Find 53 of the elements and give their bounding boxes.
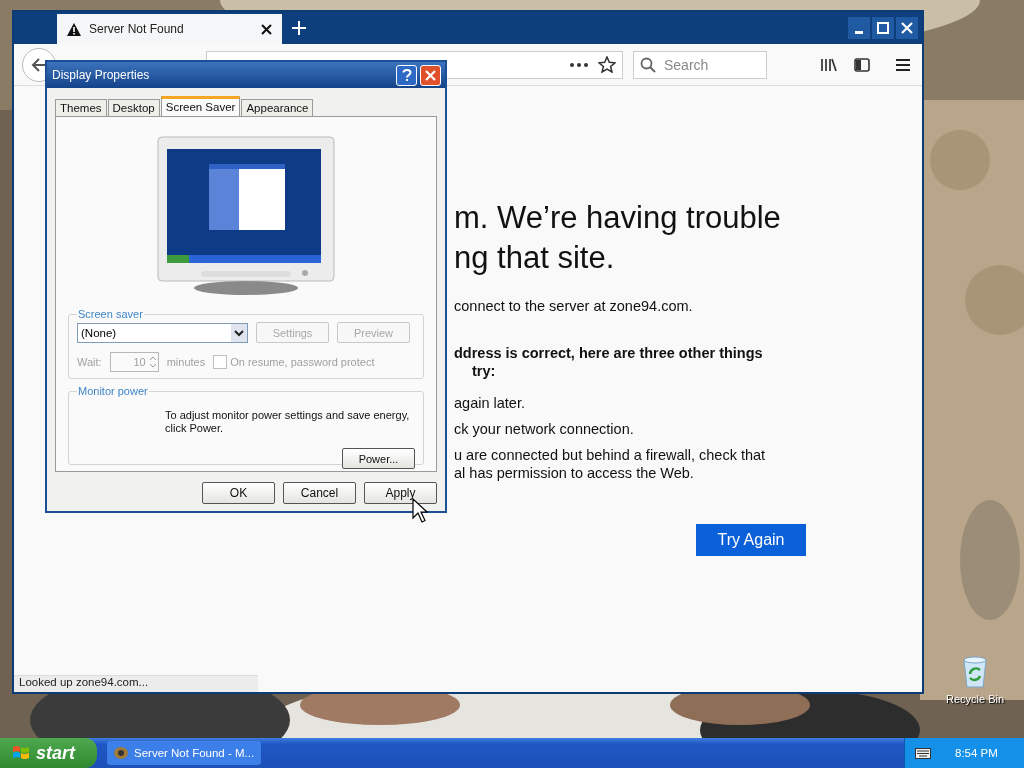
library-icon (820, 57, 838, 72)
close-button[interactable] (420, 64, 441, 86)
suggestion-text: again later. (454, 394, 526, 412)
star-icon (598, 56, 616, 73)
suggestion-text: u are connected but behind a firewall, check that al has permission to access the Web. (454, 446, 767, 482)
group-label: Monitor power (77, 385, 149, 397)
arrow-left-icon (31, 57, 47, 72)
power-button[interactable]: Power... (342, 448, 415, 469)
taskbar-button[interactable]: Server Not Found - M... (107, 741, 261, 765)
clock: 8:54 PM (955, 747, 998, 759)
error-heading: m. We’re having trouble (454, 199, 782, 237)
error-heading: ng that site. (454, 239, 616, 277)
try-again-button[interactable]: Try Again (696, 524, 806, 556)
status-bar: Looked up zone94.com... (14, 675, 258, 692)
dialog-button[interactable]: Apply (364, 482, 437, 504)
browser-icon (113, 746, 129, 760)
dialog-tab[interactable]: Desktop (107, 99, 160, 116)
maximize-icon (877, 22, 889, 34)
dialog-tab[interactable]: Screen Saver (160, 96, 241, 116)
checkbox-label: On resume, password protect (230, 356, 375, 368)
cursor-icon (412, 498, 428, 524)
more-icon (570, 62, 588, 67)
dialog-tab[interactable]: Themes (55, 99, 107, 116)
close-icon (901, 22, 913, 34)
close-icon (425, 69, 436, 81)
minutes-label: minutes (166, 356, 206, 368)
error-message: connect to the server at zone94.com. (454, 298, 694, 314)
question-icon (401, 68, 412, 82)
menu-icon (896, 58, 910, 71)
close-icon (261, 23, 272, 35)
dialog-button[interactable]: OK (202, 482, 275, 504)
dialog-title: Display Properties (52, 68, 151, 82)
wait-label: Wait: (77, 356, 102, 368)
help-button[interactable] (396, 64, 417, 86)
minimize-icon (855, 30, 863, 34)
dialog-tab[interactable]: Appearance (241, 99, 314, 116)
sidebar-icon (854, 57, 870, 72)
windows-flag-icon (12, 744, 30, 762)
suggestion-text: ck your network connection. (454, 420, 635, 438)
group-label: Screen saver (77, 308, 144, 320)
chevron-down-icon (231, 323, 247, 342)
recycle-bin-icon (960, 656, 990, 688)
start-button[interactable]: start (0, 738, 97, 768)
spin-arrows-icon (147, 354, 158, 370)
keyboard-icon (915, 747, 931, 759)
monitor-power-text: To adjust monitor power settings and save energy, click Power. (165, 409, 411, 435)
dialog-button[interactable]: Cancel (283, 482, 356, 504)
warning-icon (67, 22, 81, 36)
screen-saver-dropdown[interactable]: (None) (77, 322, 248, 343)
plus-icon (292, 21, 306, 35)
search-field[interactable]: Search (633, 50, 767, 79)
suggestions-heading: ddress is correct, here are three other things try: (454, 344, 764, 380)
browser-tab[interactable]: Server Not Found (57, 14, 282, 44)
